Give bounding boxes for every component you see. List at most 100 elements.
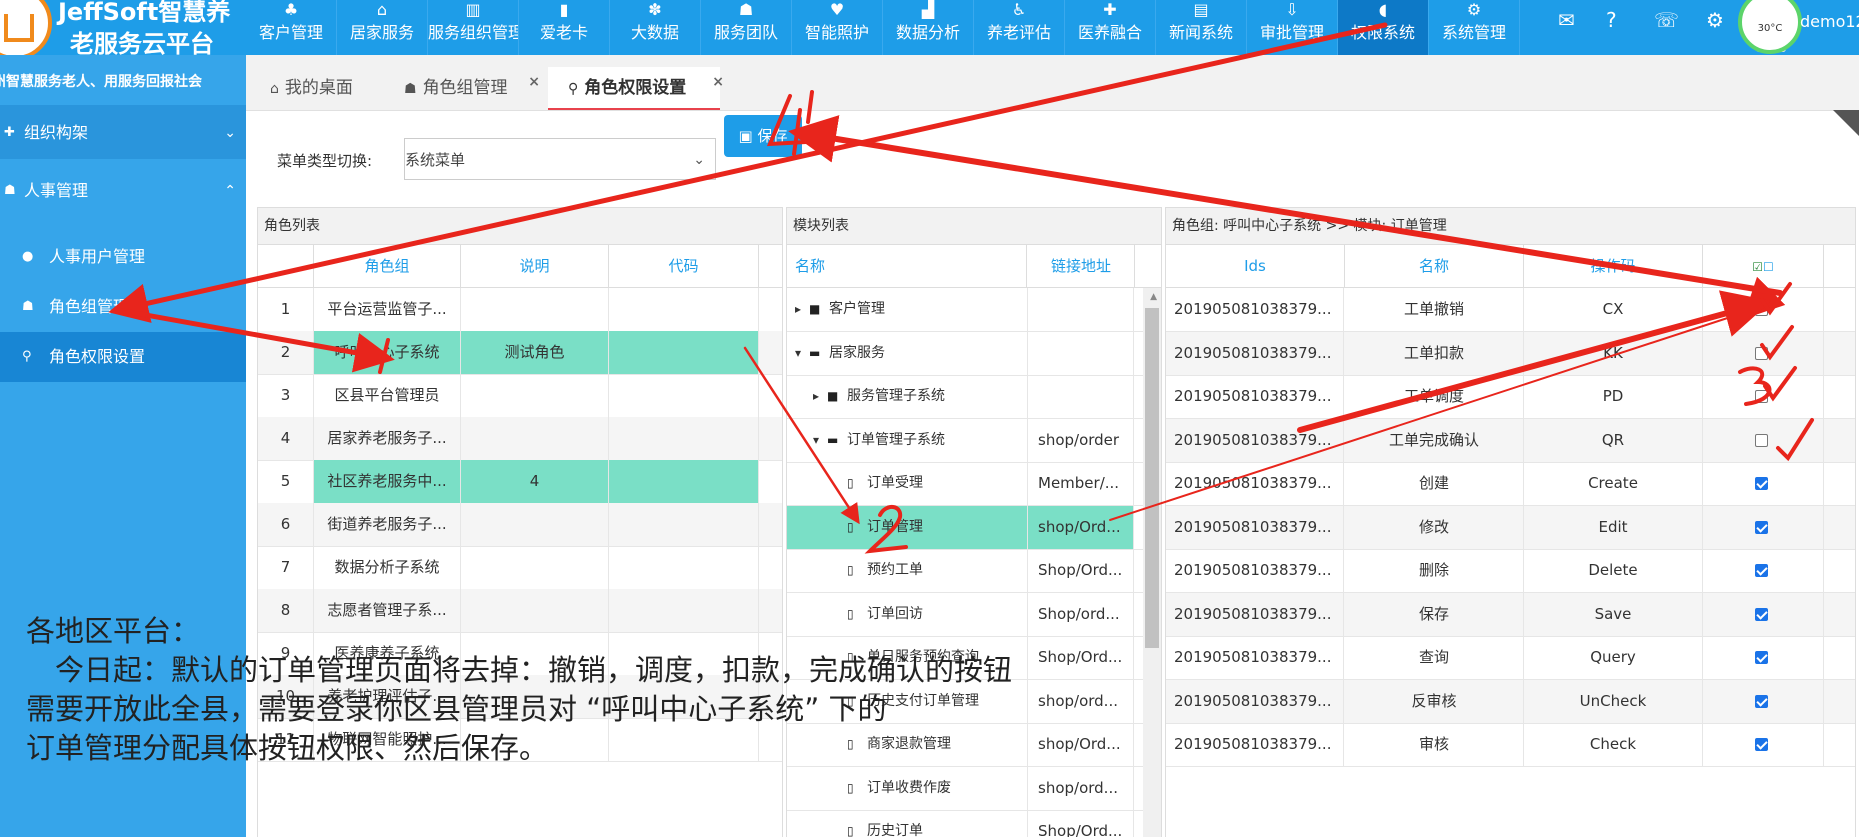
- permission-checkbox[interactable]: [1755, 477, 1768, 490]
- top-nav-item[interactable]: ⇩ 审批管理: [1247, 0, 1338, 55]
- column-header[interactable]: 代码: [609, 245, 759, 287]
- table-row[interactable]: 201905081038379... 反审核 UnCheck: [1166, 679, 1855, 724]
- permission-checkbox[interactable]: [1755, 607, 1768, 621]
- collapse-icon[interactable]: ▾: [795, 332, 801, 375]
- top-nav-item[interactable]: ♣ 客户管理: [246, 0, 337, 55]
- table-row[interactable]: 5 社区养老服务中... 4: [258, 460, 782, 504]
- permission-checkbox[interactable]: [1755, 303, 1768, 316]
- sidebar-item-hr[interactable]: ☗ 人事管理 ⌃: [0, 167, 246, 215]
- top-nav-item[interactable]: ♿ 养老评估: [974, 0, 1065, 55]
- phone-icon[interactable]: ☏: [1654, 8, 1679, 32]
- top-nav-item[interactable]: ✽ 大数据: [610, 0, 701, 55]
- gear-icon[interactable]: ⚙: [1706, 8, 1724, 32]
- table-row[interactable]: 201905081038379... 工单调度 PD: [1166, 375, 1855, 419]
- sidebar-item-role-group[interactable]: ☗ 角色组管理: [0, 282, 246, 332]
- permission-checkbox[interactable]: [1755, 738, 1768, 751]
- sidebar-item-org[interactable]: ✚ 组织构架 ⌄: [0, 109, 246, 157]
- top-nav-item[interactable]: ▥ 服务组织管理: [428, 0, 519, 55]
- help-icon[interactable]: ?: [1606, 8, 1617, 32]
- tree-row[interactable]: ▸ ■ 客户管理: [787, 288, 1161, 332]
- table-row[interactable]: 201905081038379... 保存 Save: [1166, 592, 1855, 637]
- permission-checkbox[interactable]: [1755, 433, 1768, 447]
- module-name-cell: ▾ ▬ 居家服务: [787, 331, 1028, 375]
- collapse-icon[interactable]: ▾: [813, 419, 819, 462]
- permission-checkbox[interactable]: [1755, 520, 1768, 534]
- top-nav-item[interactable]: ⚙ 系统管理: [1429, 0, 1520, 55]
- module-scrollbar[interactable]: ▲: [1143, 288, 1161, 837]
- permission-checkbox[interactable]: [1755, 346, 1768, 360]
- annotation-line: 订单管理分配具体按钮权限、然后保存。: [26, 731, 549, 765]
- table-row[interactable]: 4 居家养老服务子...: [258, 417, 782, 461]
- tree-row[interactable]: ▸ ■ 服务管理子系统: [787, 375, 1161, 419]
- module-url-cell: Shop/Ord...: [1028, 549, 1134, 592]
- permission-checkbox[interactable]: [1755, 651, 1768, 664]
- tree-row[interactable]: ▯ 订单管理 shop/Ord...: [787, 505, 1161, 550]
- tab-role-permission[interactable]: ⚲ 角色权限设置 ×: [548, 67, 724, 110]
- tree-row[interactable]: ▯ 历史订单 Shop/Ord...: [787, 810, 1161, 837]
- save-button[interactable]: ▣ 保存: [724, 115, 802, 157]
- column-header[interactable]: 角色组: [314, 245, 461, 287]
- column-header[interactable]: 说明: [461, 245, 609, 287]
- column-header[interactable]: 名称: [787, 245, 1027, 287]
- mail-icon[interactable]: ✉: [1558, 8, 1575, 32]
- top-nav-item[interactable]: ▟ 数据分析: [883, 0, 974, 55]
- column-header[interactable]: 链接地址: [1028, 245, 1135, 287]
- select-none-checkbox[interactable]: ☐: [1763, 260, 1774, 274]
- file-icon: ▯: [847, 824, 854, 837]
- permission-name-cell: 删除: [1345, 549, 1524, 592]
- tree-row[interactable]: ▾ ▬ 居家服务: [787, 331, 1161, 376]
- module-url-cell: Member/...: [1028, 462, 1134, 505]
- sidebar-item-user-mgmt[interactable]: ● 人事用户管理: [0, 232, 246, 282]
- tree-row[interactable]: ▯ 订单受理 Member/...: [787, 462, 1161, 506]
- permission-name-cell: 保存: [1345, 592, 1524, 636]
- table-row[interactable]: 6 街道养老服务子...: [258, 503, 782, 547]
- expand-icon[interactable]: ▸: [795, 288, 801, 331]
- table-row[interactable]: 201905081038379... 删除 Delete: [1166, 549, 1855, 593]
- top-nav-item[interactable]: ♥ 智能照护: [792, 0, 883, 55]
- top-nav-item[interactable]: ⌂ 居家服务: [337, 0, 428, 55]
- tree-row[interactable]: ▯ 订单收费作废 shop/ord...: [787, 766, 1161, 811]
- table-row[interactable]: 2 呼叫中心子系统 测试角色: [258, 331, 782, 375]
- permission-checkbox[interactable]: [1755, 694, 1768, 708]
- table-row[interactable]: 201905081038379... 工单撤销 CX: [1166, 288, 1855, 332]
- column-header[interactable]: 操作码: [1524, 245, 1703, 287]
- column-header[interactable]: Ids: [1166, 245, 1345, 287]
- home-icon: ⌂: [270, 81, 279, 97]
- role-name-cell: 数据分析子系统: [314, 546, 461, 589]
- permission-checkbox[interactable]: [1755, 390, 1768, 403]
- select-all-header[interactable]: ☑☐: [1703, 245, 1824, 287]
- table-row[interactable]: 201905081038379... 查询 Query: [1166, 636, 1855, 680]
- select-all-checkbox[interactable]: ☑: [1752, 260, 1763, 274]
- user-name[interactable]: demo123: [1800, 12, 1859, 31]
- permission-checkbox[interactable]: [1755, 564, 1768, 577]
- tree-row[interactable]: ▾ ▬ 订单管理子系统 shop/order: [787, 418, 1161, 463]
- table-row[interactable]: 3 区县平台管理员: [258, 374, 782, 418]
- scroll-up-icon[interactable]: ▲: [1150, 292, 1157, 302]
- table-row[interactable]: 201905081038379... 创建 Create: [1166, 462, 1855, 506]
- user-icon: ●: [22, 249, 34, 264]
- top-nav-item[interactable]: ▮ 爱老卡: [519, 0, 610, 55]
- table-row[interactable]: 7 数据分析子系统: [258, 546, 782, 590]
- expand-icon[interactable]: ▸: [813, 375, 819, 418]
- table-row[interactable]: 201905081038379... 工单完成确认 QR: [1166, 418, 1855, 463]
- top-nav-item[interactable]: ▤ 新闻系统: [1156, 0, 1247, 55]
- top-nav-item[interactable]: ◖ 权限系统: [1338, 0, 1429, 55]
- module-url-cell: shop/ord...: [1028, 679, 1134, 723]
- column-header[interactable]: 名称: [1345, 245, 1524, 287]
- top-nav-item[interactable]: ✚ 医养融合: [1065, 0, 1156, 55]
- tab-role-group[interactable]: ☗ 角色组管理 ×: [404, 67, 540, 110]
- table-row[interactable]: 201905081038379... 审核 Check: [1166, 723, 1855, 767]
- tab-desktop[interactable]: ⌂ 我的桌面: [270, 67, 390, 110]
- scroll-thumb[interactable]: [1145, 308, 1159, 648]
- close-icon[interactable]: ×: [712, 61, 724, 103]
- close-icon[interactable]: ×: [528, 61, 540, 103]
- permission-check-cell: [1703, 592, 1824, 636]
- table-row[interactable]: 201905081038379... 工单扣款 KK: [1166, 331, 1855, 376]
- tree-row[interactable]: ▯ 预约工单 Shop/Ord...: [787, 549, 1161, 593]
- file-icon: ▯: [847, 476, 854, 490]
- table-row[interactable]: 1 平台运营监管子...: [258, 288, 782, 332]
- top-nav-item[interactable]: ☗ 服务团队: [701, 0, 792, 55]
- sidebar-item-role-permission[interactable]: ⚲ 角色权限设置: [0, 332, 246, 382]
- table-row[interactable]: 201905081038379... 修改 Edit: [1166, 505, 1855, 550]
- menu-type-select[interactable]: 系统菜单 ⌄: [404, 138, 716, 180]
